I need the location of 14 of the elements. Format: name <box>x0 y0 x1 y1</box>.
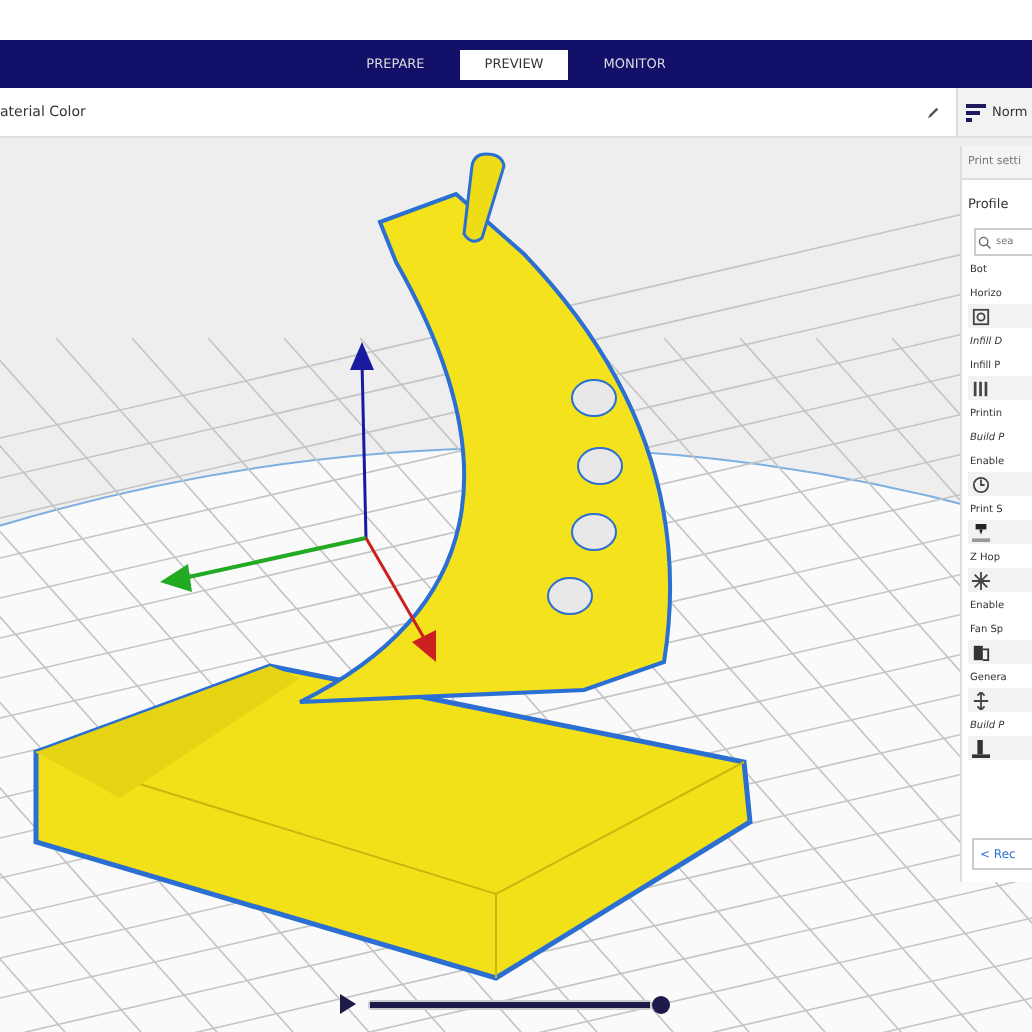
settings-list-icon <box>966 102 986 122</box>
support-icon[interactable] <box>972 643 990 661</box>
peg-drawing <box>462 152 506 243</box>
pencil-icon[interactable] <box>926 105 940 119</box>
play-icon[interactable] <box>340 994 356 1014</box>
bars-icon[interactable] <box>972 379 990 397</box>
y-axis-arrow <box>364 537 436 662</box>
nozzle-icon[interactable] <box>972 523 990 541</box>
square-grid-icon[interactable] <box>972 307 990 325</box>
arrows-icon[interactable] <box>972 691 990 709</box>
fan-icon[interactable] <box>972 571 990 589</box>
search-icon <box>978 236 992 250</box>
adhesion-icon[interactable] <box>972 739 990 757</box>
clock-icon[interactable] <box>972 475 990 493</box>
